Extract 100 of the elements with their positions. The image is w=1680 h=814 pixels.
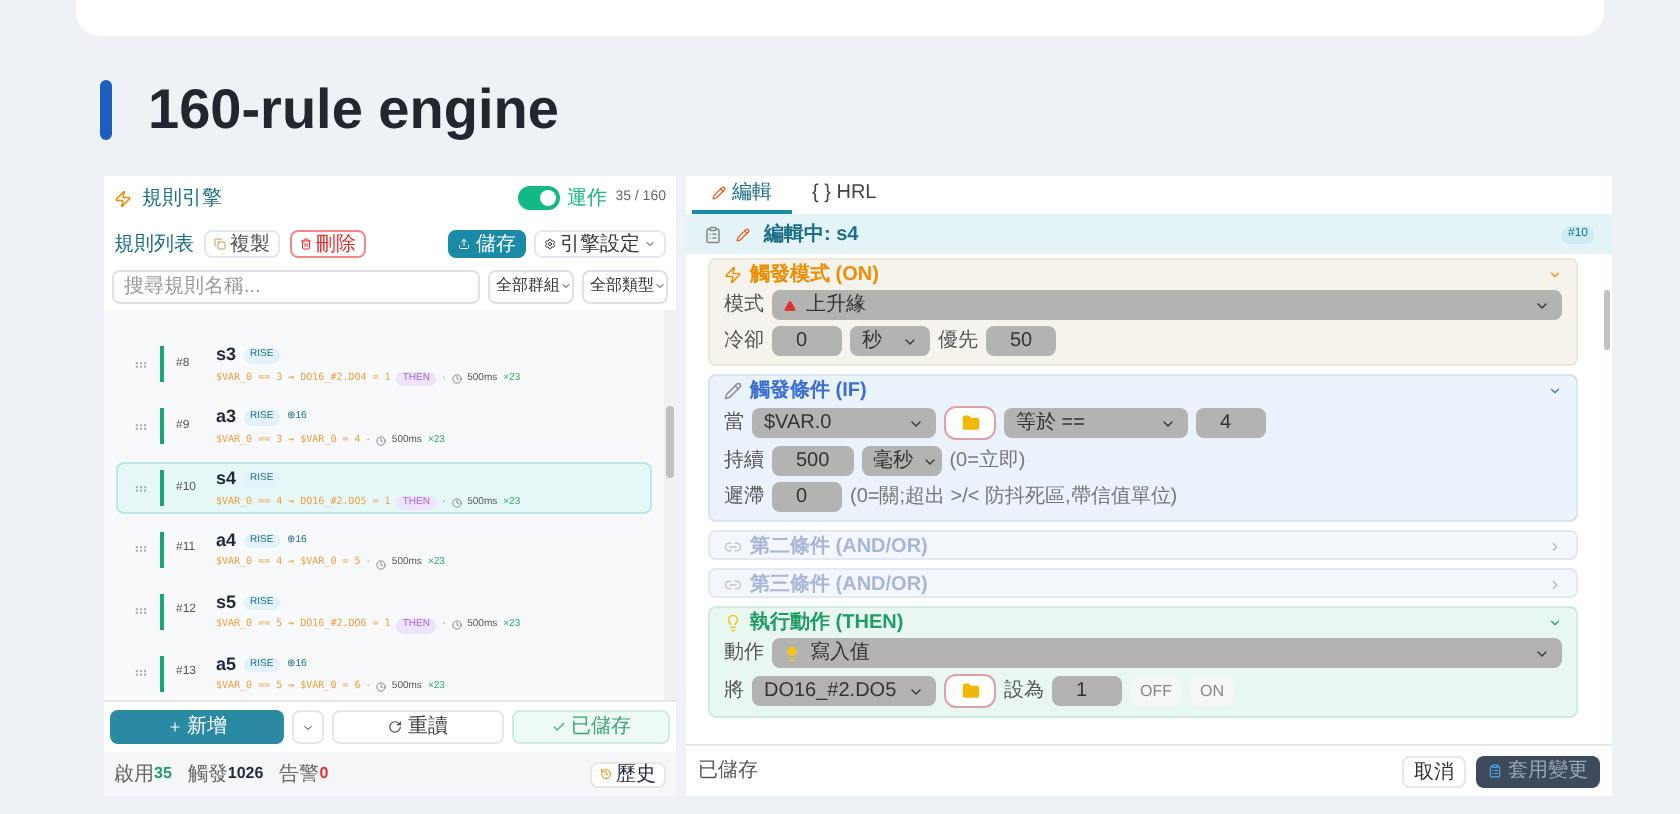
number-field[interactable]: 500 (772, 446, 854, 476)
collapse-icon (1548, 615, 1562, 629)
engine-settings-button[interactable]: 引擎設定 (534, 230, 666, 258)
expand-icon (1548, 539, 1562, 553)
clock-icon (375, 682, 386, 693)
dropdown-button[interactable] (292, 710, 324, 744)
stat-label: 啟用 (114, 761, 154, 789)
browse-button[interactable] (944, 674, 996, 708)
select-value: $VAR.0 (764, 410, 832, 438)
chevron-down-icon (560, 280, 572, 292)
accent-bar (100, 80, 112, 140)
filter-select[interactable]: 全部類型 (582, 269, 668, 303)
section-header[interactable]: 觸發條件 (IF) (710, 378, 1576, 402)
lightning-icon (724, 265, 742, 283)
section-title: 第三條件 (AND/OR) (750, 571, 928, 599)
reload-icon (388, 720, 402, 734)
section-title: 執行動作 (THEN) (750, 609, 904, 637)
trash-icon (300, 238, 312, 250)
check-icon (551, 720, 565, 734)
clock-icon (375, 559, 386, 570)
field-hint: (0=立即) (949, 447, 1026, 476)
clipboard-icon (1488, 764, 1502, 778)
stat-label: 告警 (279, 761, 320, 789)
plus-icon (167, 720, 181, 734)
add-button[interactable]: 新增 (110, 710, 284, 744)
engine-status: 運作 (567, 185, 608, 213)
number-field[interactable]: 4 (1196, 408, 1266, 438)
select-field[interactable]: $VAR.0 (752, 408, 936, 438)
collapse-icon (1548, 267, 1562, 281)
number-field[interactable]: 0 (772, 326, 842, 356)
number-field[interactable]: 1 (1052, 676, 1122, 706)
stat-value: 0 (319, 762, 329, 786)
search-field[interactable]: 搜尋規則名稱... (112, 269, 480, 303)
section-title: 觸發條件 (IF) (750, 377, 867, 405)
rule-name: s4 (216, 466, 237, 493)
page-title: 160-rule engine (148, 76, 559, 144)
select-field[interactable]: 等於 == (1004, 408, 1188, 438)
expand-icon (1548, 577, 1562, 591)
filter-select[interactable]: 全部群組 (488, 269, 574, 303)
rule-name: a3 (216, 404, 237, 431)
value-chip[interactable]: OFF (1130, 676, 1182, 706)
field-label: 模式 (724, 291, 764, 320)
select-value: DO16_#2.DO5 (764, 678, 897, 706)
copy-button[interactable]: 複製 (204, 230, 280, 258)
cancel-button[interactable]: 取消 (1402, 755, 1466, 787)
select-value: 寫入值 (810, 639, 870, 668)
section-title: 第二條件 (AND/OR) (750, 533, 928, 561)
rule-name: a5 (216, 651, 237, 678)
select-field[interactable]: 上升緣 (772, 290, 1562, 320)
save-status: 已儲存 (698, 757, 758, 786)
save-button[interactable]: 儲存 (448, 230, 526, 258)
engine-toggle[interactable] (517, 186, 560, 210)
pencil-icon (724, 381, 742, 399)
pencil-icon (736, 227, 750, 241)
apply-button[interactable]: 套用變更 (1476, 755, 1600, 787)
list-label: 規則列表 (114, 231, 194, 259)
number-field[interactable]: 0 (772, 482, 842, 512)
delete-button[interactable]: 刪除 (290, 230, 366, 258)
select-value: 毫秒 (873, 447, 914, 476)
editing-title: 編輯中: s4 (764, 221, 859, 249)
rule-name: a4 (216, 527, 237, 554)
select-value: 秒 (862, 327, 882, 356)
pencil-icon (712, 186, 726, 200)
triangle-icon (784, 299, 796, 311)
field-label: 持續 (724, 447, 764, 476)
bulb-icon (784, 645, 800, 661)
history-icon (600, 768, 612, 780)
number-field[interactable]: 50 (986, 326, 1057, 356)
field-label: 將 (724, 678, 744, 706)
select-field[interactable]: 毫秒 (861, 446, 942, 476)
folder-icon (961, 414, 979, 432)
stat-label: 觸發 (187, 761, 228, 789)
folder-icon (961, 682, 979, 700)
rule-name: s5 (216, 589, 237, 616)
scrollbar[interactable] (664, 310, 676, 700)
select-field[interactable]: 寫入值 (772, 638, 1562, 668)
field-hint: (0=關;超出 >/< 防抖死區,帶信值單位) (850, 483, 1178, 512)
section-header[interactable]: 執行動作 (THEN) (710, 610, 1576, 634)
browse-button[interactable] (944, 406, 996, 440)
collapse-icon (1548, 383, 1562, 397)
lightning-icon (114, 189, 132, 207)
value-chip[interactable]: ON (1190, 676, 1234, 706)
field-label: 優先 (938, 327, 978, 356)
stat-value: 1026 (227, 762, 264, 786)
select-field[interactable]: DO16_#2.DO5 (752, 676, 936, 706)
panel-title: 規則引擎 (142, 185, 222, 213)
field-label: 當 (724, 409, 744, 438)
rule-name: s3 (216, 342, 237, 369)
select-field[interactable]: 秒 (850, 326, 930, 356)
reload-button[interactable]: 重讀 (332, 710, 504, 744)
clock-icon (375, 435, 386, 446)
field-label: 動作 (724, 640, 764, 668)
editor-tab[interactable]: { } HRL (792, 176, 897, 214)
upload-icon (458, 238, 470, 250)
history-button[interactable]: 歷史 (590, 761, 666, 787)
copy-icon (214, 238, 226, 250)
bulb-icon (724, 613, 742, 631)
field-label: 冷卻 (724, 328, 764, 356)
link-icon (724, 537, 742, 555)
clock-icon (451, 374, 462, 385)
